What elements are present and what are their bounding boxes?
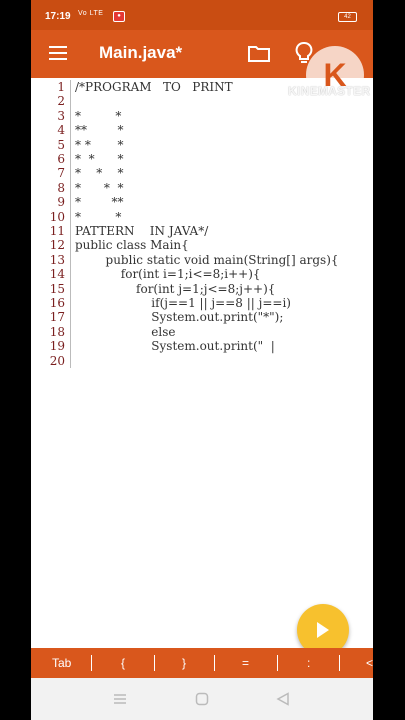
status-bar: 17:19 Vo LTE ● 42 [31,0,373,30]
file-title: Main.java* [99,43,183,62]
kinemaster-watermark: KINEMASTER [288,84,371,98]
code-text: for(int i=1;i<=8;i++){ [75,267,261,282]
colon-key[interactable]: : [307,656,310,670]
code-text: public class Main{ [75,238,189,253]
battery-indicator: 42 [338,12,357,22]
line-number: 14 [49,267,65,282]
play-icon [317,622,329,638]
line-number: 11 [49,224,65,238]
recording-icon: ● [113,11,125,22]
right-brace-key[interactable]: } [182,656,186,670]
line-number: 17 [49,310,65,325]
menu-icon[interactable] [49,46,67,60]
line-number: 4 [57,123,65,138]
code-text: System.out.print("*"); [75,310,284,325]
app-bar: Main.java* K [31,30,373,104]
tab-key[interactable]: Tab [52,656,71,670]
code-text: * * * [75,166,124,181]
line-number: 16 [49,296,65,310]
device-screen: 17:19 Vo LTE ● 42 Main.java* K KINEMASTE… [31,0,373,720]
status-time: 17:19 [45,11,71,22]
less-than-key[interactable]: < [366,656,373,670]
code-text: else [75,324,176,339]
line-number: 20 [49,353,65,368]
line-number: 12 [49,238,65,253]
code-text: * * [75,108,122,123]
recent-apps-icon[interactable] [113,692,127,706]
folder-icon[interactable] [248,44,270,62]
navigation-bar [31,678,373,720]
code-text: * ** [75,195,124,210]
code-text: * * * [75,152,124,166]
code-text: public static void main(String[] args){ [75,252,339,267]
code-text: * * * [75,137,124,152]
line-number: 6 [57,152,65,166]
line-number: 3 [57,108,65,123]
back-icon[interactable] [276,692,290,706]
line-gutter [70,80,71,368]
toolbar-divider [91,655,92,671]
toolbar-divider [277,655,278,671]
code-text: /*PROGRAM TO PRINT [75,80,233,94]
left-brace-key[interactable]: { [121,656,125,670]
equals-key[interactable]: = [242,656,249,670]
network-indicator: Vo LTE [78,10,104,17]
code-text: System.out.print(" | [75,339,275,354]
line-number: 15 [49,281,65,296]
line-number: 8 [57,180,65,195]
line-number: 7 [57,166,65,181]
code-text: * * * [75,180,124,195]
line-number: 10 [49,209,65,224]
symbol-toolbar: Tab { } = : < [31,648,373,678]
home-icon[interactable] [195,692,209,706]
line-number: 1 [57,80,65,94]
line-number: 13 [49,252,65,267]
code-text: * * [75,209,122,224]
line-number: 5 [57,137,65,152]
line-number: 19 [49,339,65,354]
toolbar-divider [214,655,215,671]
line-number: 9 [57,195,65,210]
toolbar-divider [154,655,155,671]
code-text: for(int j=1;j<=8;j++){ [75,281,276,296]
toolbar-divider [339,655,340,671]
code-text: PATTERN IN JAVA*/ [75,224,209,238]
code-text: if(j==1 || j==8 || j==i) [75,296,291,310]
code-text: ** * [75,123,124,138]
line-number: 2 [57,94,65,109]
line-number: 18 [49,324,65,339]
